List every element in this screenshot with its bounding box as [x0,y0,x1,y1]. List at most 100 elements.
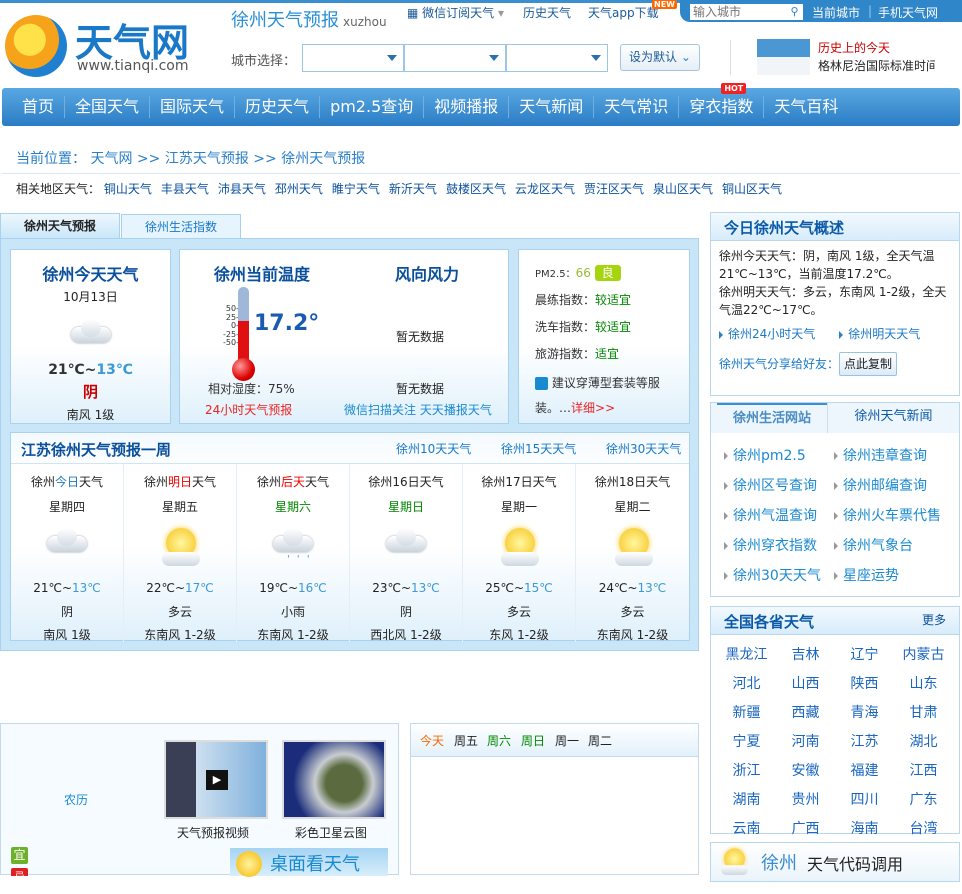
province-link[interactable]: 内蒙古 [894,644,953,664]
life-site-link[interactable]: 徐州邮编查询 [834,475,962,495]
province-link[interactable]: 山东 [894,673,953,693]
day-label[interactable]: 徐州今日天气 [11,473,123,490]
forecast-video-thumbnail[interactable]: ▶ [164,740,268,819]
province-link[interactable]: 江苏 [835,731,894,751]
related-area-link[interactable]: 贾汪区天气 [584,182,644,196]
related-area-link[interactable]: 丰县天气 [161,182,209,196]
wechat-subscribe-link[interactable]: ▦ 微信订阅天气 ▾ [407,4,504,21]
life-site-link[interactable]: 徐州违章查询 [834,445,962,465]
nav-knowledge[interactable]: 天气常识 [594,96,680,118]
life-site-link[interactable]: 徐州区号查询 [724,475,834,495]
history-today-text[interactable]: 格林尼治国际标准时间 [818,57,935,74]
related-area-link[interactable]: 铜山区天气 [722,182,782,196]
province-link[interactable]: 浙江 [717,760,776,780]
day-tab[interactable]: 周日 [521,732,555,756]
province-link[interactable]: 河南 [776,731,835,751]
current-city-link[interactable]: 当前城市 [812,4,860,21]
15-day-link[interactable]: 徐州15天天气 [501,440,576,457]
weather-code-box[interactable]: 徐州 天气代码调用 [710,842,960,882]
day-tab[interactable]: 周二 [588,732,621,756]
breadcrumb-item[interactable]: 江苏天气预报 [165,151,249,167]
day-label[interactable]: 徐州16日天气 [350,473,462,490]
mobile-weather-link[interactable]: 手机天气网 [878,4,938,21]
set-default-button[interactable]: 设为默认 ⌄ [620,44,700,71]
breadcrumb-item[interactable]: 徐州天气预报 [281,151,365,167]
province-link[interactable]: 云南 [717,818,776,838]
province-link[interactable]: 广西 [776,818,835,838]
province-link[interactable]: 辽宁 [835,644,894,664]
province-link[interactable]: 四川 [835,789,894,809]
tab-life-index[interactable]: 徐州生活指数 [121,214,241,239]
related-area-link[interactable]: 新沂天气 [389,182,437,196]
24h-forecast-link[interactable]: 24小时天气预报 [205,401,292,418]
province-link[interactable]: 河北 [717,673,776,693]
video-caption[interactable]: 天气预报视频 [177,824,249,841]
related-area-link[interactable]: 邳州天气 [275,182,323,196]
day-label[interactable]: 徐州明日天气 [124,473,236,490]
province-link[interactable]: 甘肃 [894,702,953,722]
day-tab-today[interactable]: 今天 [420,732,454,756]
province-link[interactable]: 湖北 [894,731,953,751]
nav-pm25[interactable]: pm2.5查询 [320,96,425,118]
related-area-link[interactable]: 鼓楼区天气 [446,182,506,196]
related-area-link[interactable]: 云龙区天气 [515,182,575,196]
day-tab[interactable]: 周六 [487,732,521,756]
province-link[interactable]: 江西 [894,760,953,780]
nav-history[interactable]: 历史天气 [235,96,321,118]
nav-international[interactable]: 国际天气 [150,96,236,118]
life-site-link[interactable]: 徐州火车票代售 [834,505,962,525]
nav-news[interactable]: 天气新闻 [509,96,595,118]
related-area-link[interactable]: 睢宁天气 [332,182,380,196]
life-site-link[interactable]: 徐州穿衣指数 [724,535,834,555]
province-link[interactable]: 黑龙江 [717,644,776,664]
related-area-link[interactable]: 泉山区天气 [653,182,713,196]
province-link[interactable]: 贵州 [776,789,835,809]
city-select[interactable] [404,44,506,72]
province-link[interactable]: 福建 [835,760,894,780]
copy-button[interactable]: 点此复制 [839,352,898,376]
day-tab[interactable]: 周五 [454,732,487,756]
lunar-calendar-link[interactable]: 农历 [64,791,88,808]
province-link[interactable]: 台湾 [894,818,953,838]
tab-life-sites[interactable]: 徐州生活网站 [717,403,827,433]
day-label[interactable]: 徐州后天天气 [237,473,349,490]
province-link[interactable]: 安徽 [776,760,835,780]
province-link[interactable]: 海南 [835,818,894,838]
history-weather-link[interactable]: 历史天气 [523,4,571,21]
10-day-link[interactable]: 徐州10天天气 [396,440,471,457]
more-link[interactable]: 更多 [922,611,946,630]
province-link[interactable]: 宁夏 [717,731,776,751]
nav-dressing[interactable]: HOT 穿衣指数 [679,83,765,118]
24h-weather-link[interactable]: 徐州24小时天气 [728,327,815,341]
nav-encyclopedia[interactable]: 天气百科 [764,96,848,118]
province-link[interactable]: 广东 [894,789,953,809]
province-link[interactable]: 西藏 [776,702,835,722]
related-area-link[interactable]: 沛县天气 [218,182,266,196]
satellite-caption[interactable]: 彩色卫星云图 [295,824,367,841]
tomorrow-weather-link[interactable]: 徐州明天天气 [848,327,920,341]
search-icon[interactable]: ⚲ [786,4,803,20]
life-site-link[interactable]: 徐州气温查询 [724,505,834,525]
wechat-follow-link[interactable]: 微信扫描关注 天天播报天气 [344,401,492,418]
nav-national[interactable]: 全国天气 [65,96,151,118]
province-link[interactable]: 青海 [835,702,894,722]
life-site-link[interactable]: 徐州气象台 [834,535,962,555]
province-link[interactable]: 湖南 [717,789,776,809]
tab-forecast[interactable]: 徐州天气预报 [0,213,120,239]
day-tab[interactable]: 周一 [555,732,588,756]
app-download-link[interactable]: 天气app下载 [588,4,659,21]
province-link[interactable]: 山西 [776,673,835,693]
30-day-link[interactable]: 徐州30天天气 [606,440,681,457]
province-link[interactable]: 陕西 [835,673,894,693]
province-link[interactable]: 新疆 [717,702,776,722]
nav-home[interactable]: 首页 [12,96,66,118]
tab-weather-news[interactable]: 徐州天气新闻 [827,403,959,433]
life-site-link[interactable]: 星座运势 [834,565,962,585]
day-label[interactable]: 徐州17日天气 [463,473,575,490]
nav-video[interactable]: 视频播报 [424,96,510,118]
related-area-link[interactable]: 铜山天气 [104,182,152,196]
detail-link[interactable]: 详细>> [571,401,615,415]
site-logo[interactable]: 天气网 www.tianqi.com [5,12,205,78]
life-site-link[interactable]: 徐州30天天气 [724,565,834,585]
history-today-title[interactable]: 历史上的今天 [818,39,890,56]
